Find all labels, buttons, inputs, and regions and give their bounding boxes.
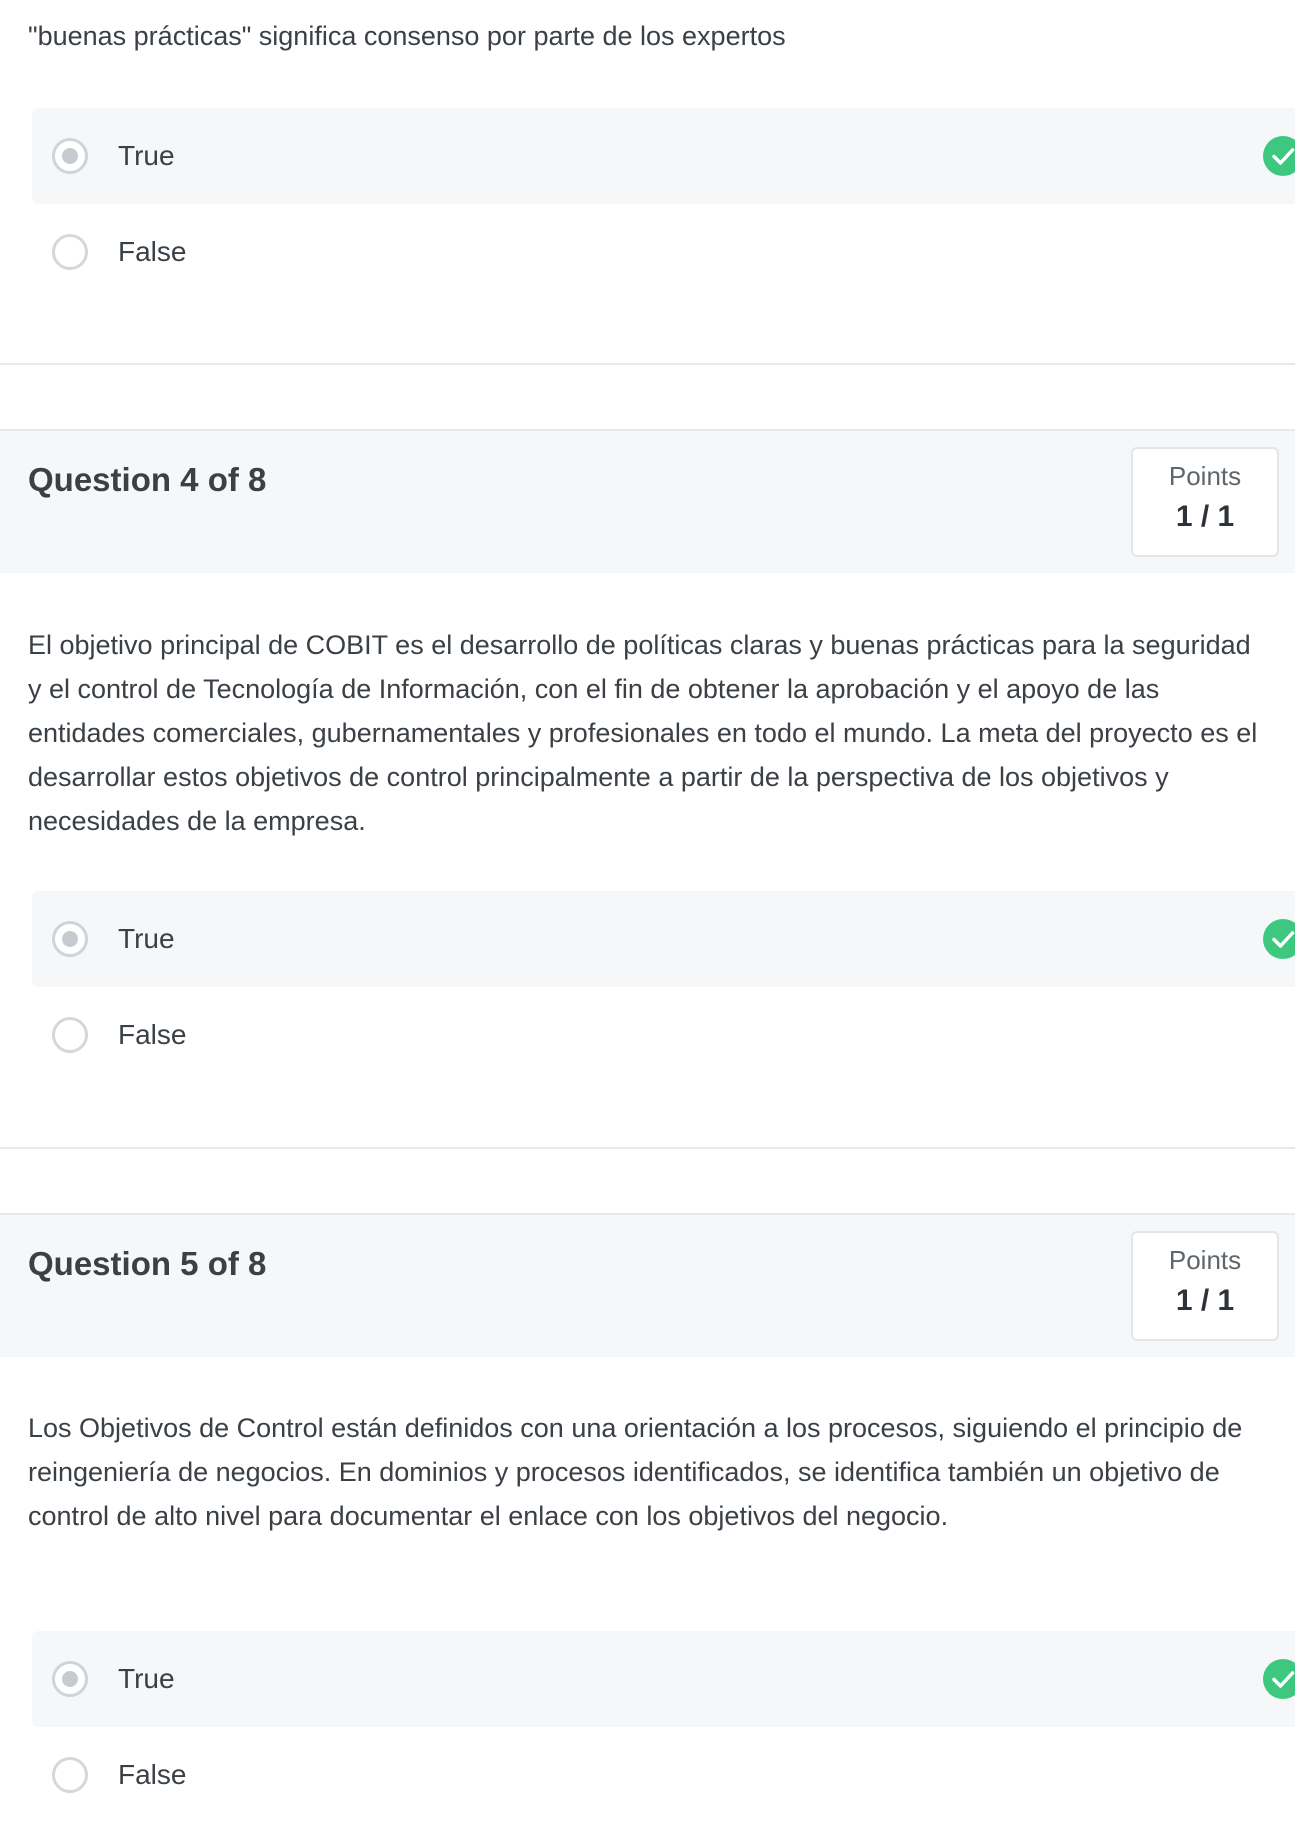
radio-unselected[interactable] — [52, 234, 88, 270]
question-5-body: Los Objetivos de Control están definidos… — [0, 1406, 1295, 1538]
check-circle-icon — [1263, 919, 1295, 959]
option-false[interactable]: False — [32, 987, 1295, 1083]
points-label: Points — [1168, 461, 1242, 491]
question-4-header: Question 4 of 8 Points 1 / 1 — [0, 429, 1295, 573]
radio-unselected[interactable] — [52, 1757, 88, 1793]
section-divider — [0, 1147, 1295, 1149]
question-3-body: "buenas prácticas" significa consenso po… — [0, 14, 1295, 58]
option-label: False — [118, 236, 187, 267]
option-false[interactable]: False — [32, 1727, 1295, 1823]
points-label: Points — [1168, 1245, 1242, 1275]
question-title: Question 4 of 8 — [28, 461, 267, 498]
option-true[interactable]: True — [32, 1631, 1295, 1727]
question-4-body: El objetivo principal de COBIT es el des… — [0, 623, 1295, 843]
points-box: Points 1 / 1 — [1131, 447, 1279, 557]
points-value: 1 / 1 — [1175, 1284, 1235, 1317]
question-5-header: Question 5 of 8 Points 1 / 1 — [0, 1213, 1295, 1357]
radio-selected[interactable] — [52, 138, 88, 174]
check-circle-icon — [1263, 136, 1295, 176]
option-label: True — [118, 140, 175, 171]
question-3-options: True False — [0, 108, 1295, 300]
option-false[interactable]: False — [32, 204, 1295, 300]
question-4-options: True False — [0, 891, 1295, 1083]
section-divider — [0, 363, 1295, 365]
question-title: Question 5 of 8 — [28, 1245, 267, 1282]
points-value: 1 / 1 — [1175, 500, 1235, 533]
question-text: Los Objetivos de Control están definidos… — [28, 1413, 1243, 1531]
option-label: True — [118, 1663, 175, 1694]
option-label: True — [118, 923, 175, 954]
question-text: El objetivo principal de COBIT es el des… — [28, 630, 1258, 836]
radio-unselected[interactable] — [52, 1017, 88, 1053]
option-label: False — [118, 1019, 187, 1050]
question-text: "buenas prácticas" significa consenso po… — [28, 21, 786, 51]
option-true[interactable]: True — [32, 891, 1295, 987]
check-circle-icon — [1263, 1659, 1295, 1699]
radio-selected[interactable] — [52, 921, 88, 957]
quiz-results-page: "buenas prácticas" significa consenso po… — [0, 0, 1295, 1831]
question-5-options: True False — [0, 1631, 1295, 1823]
radio-selected[interactable] — [52, 1661, 88, 1697]
points-box: Points 1 / 1 — [1131, 1231, 1279, 1341]
option-label: False — [118, 1759, 187, 1790]
option-true[interactable]: True — [32, 108, 1295, 204]
